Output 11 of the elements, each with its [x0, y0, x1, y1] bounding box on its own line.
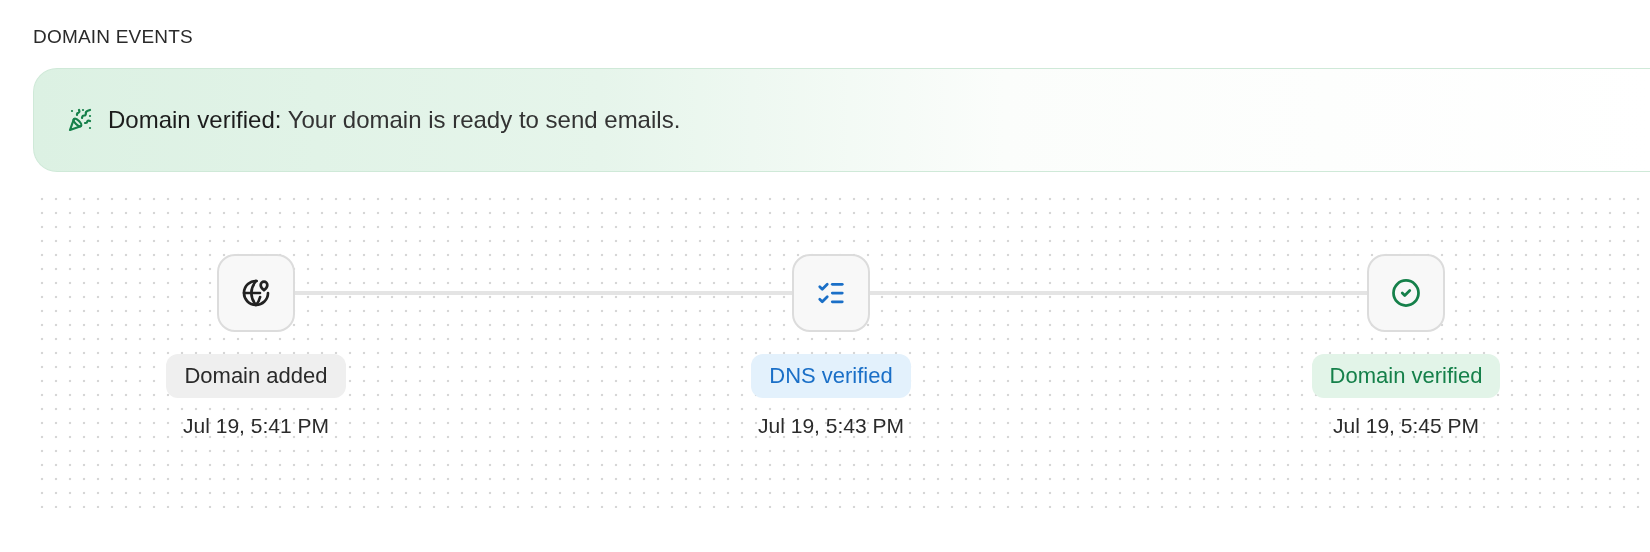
event-time: Jul 19, 5:43 PM: [758, 414, 904, 438]
event-time: Jul 19, 5:45 PM: [1333, 414, 1479, 438]
section-title: DOMAIN EVENTS: [33, 26, 194, 48]
event-label: Domain added: [166, 354, 346, 398]
event-label: DNS verified: [751, 354, 911, 398]
globe-pin-icon: [240, 277, 272, 309]
event-time: Jul 19, 5:41 PM: [183, 414, 329, 438]
check-circle-icon: [1391, 278, 1421, 308]
event-label: Domain verified: [1311, 354, 1501, 398]
banner-message: Domain verified: Your domain is ready to send emails.: [108, 106, 681, 134]
party-popper-icon: [68, 108, 92, 132]
